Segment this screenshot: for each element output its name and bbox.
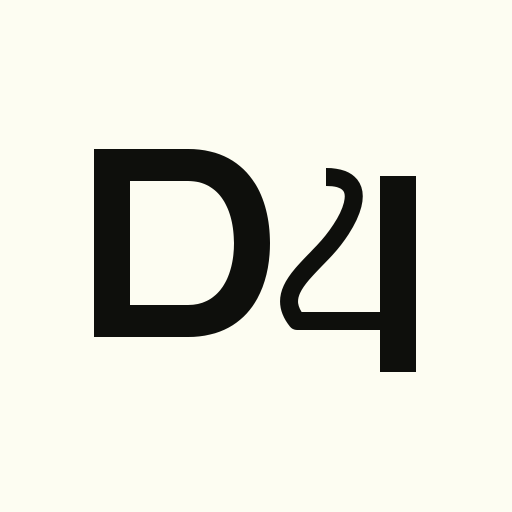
logo-numeral-4-stem [380, 176, 416, 372]
logo-numeral-4-stroke [280, 168, 392, 330]
app-canvas [0, 0, 512, 512]
logo-letter-d [94, 149, 270, 337]
d4-logo [94, 149, 416, 372]
